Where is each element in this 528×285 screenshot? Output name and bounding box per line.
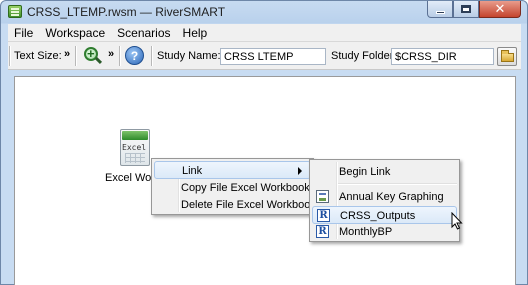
r-icon: R xyxy=(317,209,330,222)
maximize-button[interactable] xyxy=(453,1,479,18)
menu-item-label: Begin Link xyxy=(339,166,391,178)
folder-icon xyxy=(501,50,514,62)
menu-file[interactable]: File xyxy=(8,26,39,40)
study-folder-input[interactable]: $CRSS_DIR xyxy=(391,48,494,65)
menu-item-label: CRSS_Outputs xyxy=(340,210,416,222)
close-button[interactable]: ✕ xyxy=(479,1,521,18)
app-window: CRSS_LTEMP.rwsm — RiverSMART ✕ File Work… xyxy=(0,0,528,285)
submenu-item-begin-link[interactable]: Begin Link xyxy=(312,163,457,181)
maximize-icon xyxy=(461,5,471,13)
mouse-pointer-icon xyxy=(451,212,463,230)
study-folder-label: Study Folder: xyxy=(331,50,397,62)
close-icon: ✕ xyxy=(494,1,506,16)
app-icon xyxy=(8,5,22,18)
minimize-icon xyxy=(435,10,445,14)
zoom-chevron-icon[interactable]: » xyxy=(108,48,114,60)
menu-item-label: Copy File Excel Workbook xyxy=(181,182,310,194)
study-name-label: Study Name: xyxy=(157,50,221,62)
menu-item-label: MonthlyBP xyxy=(339,226,393,238)
browse-folder-button[interactable] xyxy=(497,47,517,66)
menu-scenarios[interactable]: Scenarios xyxy=(111,26,176,40)
submenu-arrow-icon xyxy=(298,167,302,175)
menu-item-label: Annual Key Graphing xyxy=(339,191,444,203)
window-controls: ✕ xyxy=(427,1,521,18)
toolbar-separator xyxy=(75,46,77,66)
menu-separator xyxy=(338,183,457,185)
text-size-label: Text Size: xyxy=(14,50,62,62)
menu-item-copy-file[interactable]: Copy File Excel Workbook xyxy=(154,179,311,197)
help-icon[interactable]: ? xyxy=(125,46,144,65)
menu-help[interactable]: Help xyxy=(177,26,214,40)
submenu-item-annual-key-graphing[interactable]: Annual Key Graphing xyxy=(312,188,457,206)
study-name-input[interactable]: CRSS LTEMP xyxy=(220,48,326,65)
toolbar: Text Size: » » ? Study Name: CRSS LTEMP … xyxy=(8,42,521,70)
excel-icon: Excel xyxy=(120,129,150,166)
r-icon: R xyxy=(316,225,329,238)
toolbar-separator xyxy=(119,46,121,66)
menu-item-delete-file[interactable]: Delete File Excel Workbook xyxy=(154,196,316,214)
excel-icon-text: Excel xyxy=(122,143,147,152)
menu-item-label: Delete File Excel Workbook xyxy=(181,199,316,211)
submenu-item-monthlybp[interactable]: R MonthlyBP xyxy=(312,223,457,241)
menu-item-link[interactable]: Link xyxy=(154,161,311,179)
excel-workbook-node[interactable]: Excel xyxy=(118,129,154,167)
context-menu: Link Copy File Excel Workbook Delete Fil… xyxy=(151,158,316,215)
title-bar[interactable]: CRSS_LTEMP.rwsm — RiverSMART ✕ xyxy=(1,1,527,23)
toolbar-separator xyxy=(151,46,153,66)
zoom-in-icon[interactable] xyxy=(84,46,103,65)
minimize-button[interactable] xyxy=(427,1,453,18)
menu-item-label: Link xyxy=(182,165,203,177)
menu-workspace[interactable]: Workspace xyxy=(39,26,111,40)
text-size-chevron-icon[interactable]: » xyxy=(64,48,70,60)
graph-icon xyxy=(316,190,329,203)
link-submenu: Begin Link Annual Key Graphing R CRSS_Ou… xyxy=(309,159,460,242)
menu-bar: File Workspace Scenarios Help xyxy=(8,24,521,42)
submenu-item-crss-outputs[interactable]: R CRSS_Outputs xyxy=(312,206,457,224)
window-title: CRSS_LTEMP.rwsm — RiverSMART xyxy=(27,5,226,19)
toolbar-grip xyxy=(9,46,11,66)
